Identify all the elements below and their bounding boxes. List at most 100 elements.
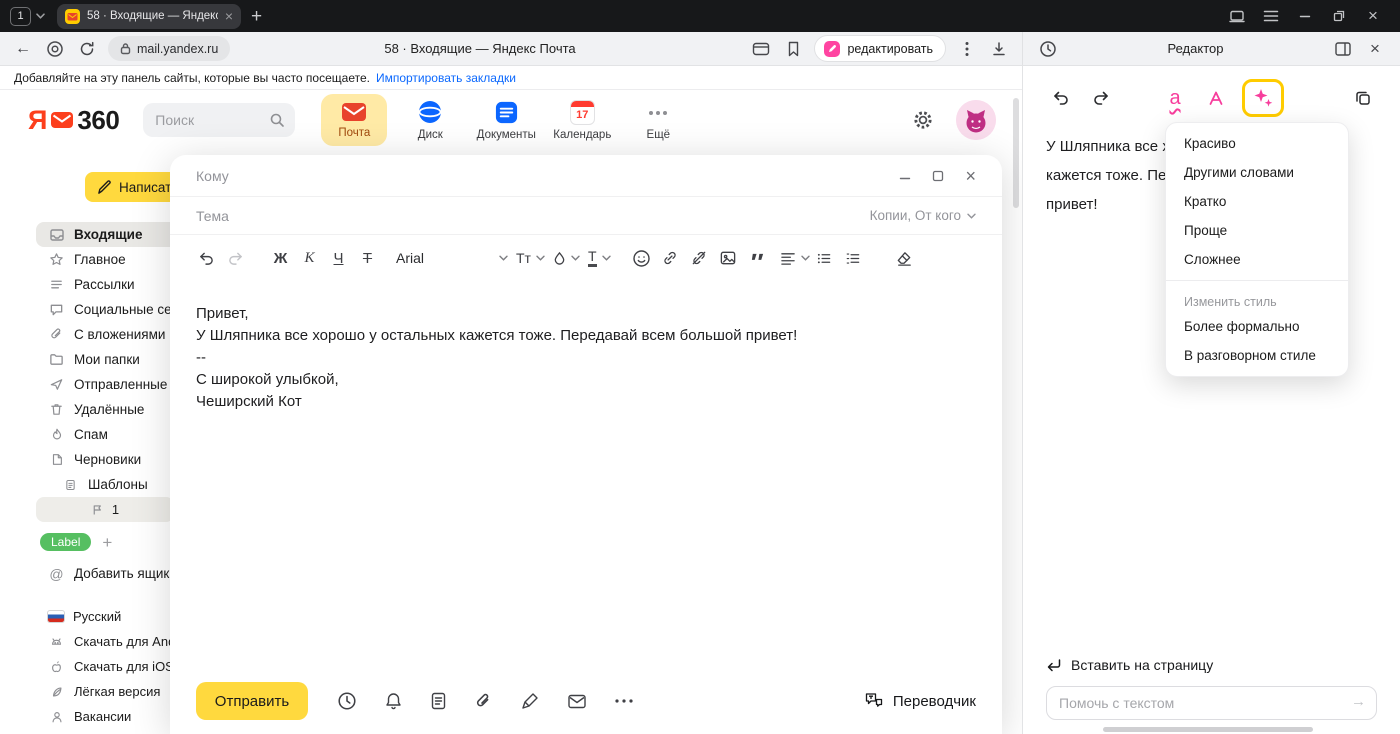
strikethrough-button[interactable]: Т — [353, 243, 382, 273]
ai-rewrite-button[interactable] — [1242, 79, 1284, 117]
improve-text-icon[interactable] — [1202, 88, 1232, 108]
bookmark-icon[interactable] — [782, 36, 804, 62]
back-icon[interactable]: ← — [12, 36, 34, 62]
folder-newsletters[interactable]: Рассылки — [36, 272, 192, 297]
download-icon[interactable] — [988, 36, 1010, 62]
redo-icon[interactable] — [221, 243, 250, 273]
font-size-select[interactable]: Тт — [516, 250, 545, 266]
folder-sent[interactable]: Отправленные — [36, 372, 192, 397]
folder-priority[interactable]: Главное — [36, 247, 192, 272]
add-mailbox-button[interactable]: @ Добавить ящик — [36, 561, 192, 586]
copy-icon[interactable] — [1348, 83, 1378, 113]
send-button[interactable]: Отправить — [196, 682, 308, 720]
browser-tab[interactable]: 58 · Входящие — Яндекс Почта × — [57, 4, 241, 29]
collections-icon[interactable] — [750, 36, 772, 62]
address-bar[interactable]: mail.yandex.ru — [108, 36, 230, 61]
menu-item-other-words[interactable]: Другими словами — [1166, 158, 1348, 187]
yandex-360-logo[interactable]: Я 360 — [28, 105, 119, 136]
folder-inbox[interactable]: Входящие — [36, 222, 192, 247]
attach-from-mail-icon[interactable] — [567, 693, 587, 710]
service-documents[interactable]: Документы — [473, 94, 539, 146]
service-calendar[interactable]: 17 Календарь — [549, 94, 615, 146]
flagged-filter[interactable]: 1 — [36, 497, 174, 522]
text-color-select[interactable]: Т — [588, 249, 611, 267]
vacancies-link[interactable]: Вакансии — [36, 704, 192, 729]
insert-to-page-button[interactable]: Вставить на страницу — [1046, 657, 1377, 673]
protect-icon[interactable] — [44, 36, 66, 62]
quote-icon[interactable] — [743, 243, 772, 273]
language-link[interactable]: Русский — [36, 604, 192, 629]
fill-color-select[interactable] — [553, 251, 580, 266]
bold-button[interactable]: Ж — [266, 243, 295, 273]
message-body[interactable]: Привет, У Шляпника все хорошо у остальны… — [170, 281, 1002, 668]
service-more[interactable]: Ещё — [625, 94, 691, 146]
restore-icon[interactable] — [1322, 0, 1356, 32]
tab-close-icon[interactable]: × — [225, 9, 233, 23]
link-icon[interactable] — [656, 243, 685, 273]
new-tab-icon[interactable]: + — [251, 7, 262, 26]
image-icon[interactable] — [714, 243, 743, 273]
menu-item-conversational[interactable]: В разговорном стиле — [1166, 341, 1348, 370]
horizontal-scrollbar[interactable] — [1103, 727, 1313, 732]
attach-file-icon[interactable] — [474, 692, 493, 711]
import-bookmarks-link[interactable]: Импортировать закладки — [376, 71, 516, 85]
open-in-window-icon[interactable] — [1332, 36, 1354, 62]
folder-drafts[interactable]: Черновики — [36, 447, 192, 472]
service-mail[interactable]: Почта — [321, 94, 387, 146]
fix-errors-icon[interactable]: a — [1160, 88, 1190, 108]
signature-pen-icon[interactable] — [520, 691, 540, 711]
numbered-list-icon[interactable] — [839, 243, 868, 273]
tab-list-button[interactable]: 1 — [10, 7, 45, 26]
vertical-scrollbar[interactable] — [1013, 98, 1019, 208]
download-android-link[interactable]: Скачать для Android — [36, 629, 192, 654]
unlink-icon[interactable] — [685, 243, 714, 273]
subject-field-row[interactable]: Тема Копии, От кого — [170, 197, 1002, 235]
browser-menu-icon[interactable] — [1254, 0, 1288, 32]
settings-gear-icon[interactable] — [912, 109, 934, 131]
label-chip[interactable]: Label — [40, 533, 91, 551]
kebab-menu-icon[interactable] — [956, 36, 978, 62]
editor-redo-icon[interactable] — [1086, 83, 1116, 113]
folder-my-folders[interactable]: Мои папки — [36, 347, 192, 372]
align-select[interactable] — [780, 251, 810, 266]
panel-close-icon[interactable]: × — [1364, 36, 1386, 62]
folder-trash[interactable]: Удалённые — [36, 397, 192, 422]
reminder-bell-icon[interactable] — [384, 691, 403, 711]
schedule-send-icon[interactable] — [337, 691, 357, 711]
menu-item-brief[interactable]: Кратко — [1166, 187, 1348, 216]
editor-mode-button[interactable]: редактировать — [814, 35, 946, 62]
translator-button[interactable]: Переводчик — [864, 691, 976, 711]
menu-item-formal[interactable]: Более формально — [1166, 312, 1348, 341]
notes-icon[interactable] — [430, 691, 447, 711]
download-ios-link[interactable]: Скачать для iOS — [36, 654, 192, 679]
folder-spam[interactable]: Спам — [36, 422, 192, 447]
italic-button[interactable]: К — [295, 243, 324, 273]
compose-minimize-icon[interactable] — [899, 170, 911, 182]
folder-templates[interactable]: Шаблоны — [36, 472, 192, 497]
menu-item-beautiful[interactable]: Красиво — [1166, 129, 1348, 158]
compose-expand-icon[interactable] — [932, 170, 944, 182]
history-clock-icon[interactable] — [1037, 36, 1059, 62]
editor-undo-icon[interactable] — [1046, 83, 1076, 113]
undo-icon[interactable] — [192, 243, 221, 273]
light-version-link[interactable]: Лёгкая версия — [36, 679, 192, 704]
add-label-button[interactable]: + — [102, 534, 112, 551]
menu-item-complex[interactable]: Сложнее — [1166, 245, 1348, 274]
clear-format-icon[interactable] — [890, 243, 919, 273]
to-field-row[interactable]: Кому × — [170, 155, 1002, 197]
service-disk[interactable]: Диск — [397, 94, 463, 146]
submit-arrow-icon[interactable]: → — [1351, 693, 1366, 710]
cc-from-toggle[interactable]: Копии, От кого — [870, 208, 976, 223]
devices-icon[interactable] — [1220, 0, 1254, 32]
window-close-icon[interactable]: × — [1356, 0, 1390, 32]
font-select[interactable]: Arial — [396, 250, 508, 266]
bullet-list-icon[interactable] — [810, 243, 839, 273]
prompt-input[interactable] — [1046, 686, 1377, 720]
emoji-icon[interactable] — [627, 243, 656, 273]
avatar[interactable] — [956, 100, 996, 140]
menu-item-simpler[interactable]: Проще — [1166, 216, 1348, 245]
search-icon[interactable] — [269, 112, 285, 128]
folder-social[interactable]: Социальные сети — [36, 297, 192, 322]
minimize-icon[interactable] — [1288, 0, 1322, 32]
folder-attachments[interactable]: С вложениями — [36, 322, 192, 347]
